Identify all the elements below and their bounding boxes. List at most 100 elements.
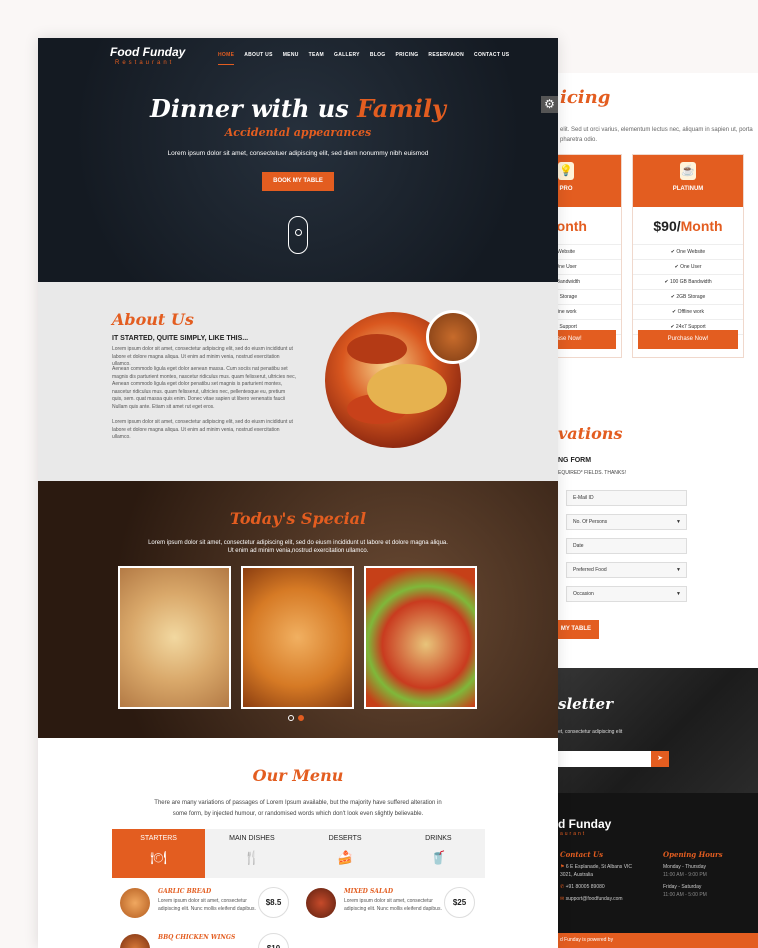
footer-logo-sub: aurant: [560, 831, 587, 837]
nav-reservation[interactable]: RESERVAION: [428, 52, 464, 65]
reservation-form-title: NG FORM: [558, 457, 592, 464]
plan-feature: ✔ One Website: [633, 245, 743, 260]
menu-item-price: $25: [444, 887, 475, 918]
about-subtitle: IT STARTED, QUITE SIMPLY, LIKE THIS...: [112, 335, 249, 342]
plan-feature: ✔ 100 GB Bandwidth: [633, 275, 743, 290]
tab-starters[interactable]: STARTERS 🍽: [112, 829, 206, 878]
hero-text: Lorem ipsum dolor sit amet, consectetuer…: [167, 150, 429, 157]
plan-feature: ✔ Offline work: [633, 305, 743, 320]
nav-gallery[interactable]: GALLERY: [334, 52, 360, 65]
paper-plane-icon[interactable]: ➤: [651, 751, 669, 767]
about-paragraph: Aenean commodo ligula eget dolor aenean …: [112, 366, 296, 410]
nav-team[interactable]: TEAM: [309, 52, 324, 65]
tab-drinks[interactable]: DRINKS 🥤: [392, 829, 485, 878]
hours-heading: Opening Hours: [663, 850, 723, 859]
date-field[interactable]: Date: [566, 538, 687, 554]
hero-section: Food Funday Restaurant HOME ABOUT US MEN…: [38, 38, 558, 282]
menu-item[interactable]: GARLIC BREAD Lorem ipsum dolor sit amet,…: [112, 884, 292, 924]
special-title: Today's Special: [229, 509, 367, 528]
menu-item-price: $10: [258, 933, 289, 948]
footer-logo: d Funday: [558, 817, 612, 831]
contact-email[interactable]: ✉ support@foodfunday.com: [560, 895, 623, 903]
purchase-button[interactable]: Purchase Now!: [638, 330, 738, 349]
map-pin-icon: ⚑: [560, 864, 565, 870]
special-description: Lorem ipsum dolor sit amet, consectetur …: [148, 540, 448, 554]
phone-icon: ✆: [560, 884, 565, 890]
tab-deserts[interactable]: DESERTS 🍰: [299, 829, 392, 878]
hero-subtitle: Accidental appearances: [224, 126, 372, 139]
occasion-select[interactable]: Occasion ▼: [566, 586, 687, 602]
cake-icon: 🍰: [337, 850, 354, 865]
about-title: About Us: [112, 310, 194, 329]
menu-item-name: MIXED SALAD: [344, 888, 394, 895]
mail-icon: ✉: [560, 896, 565, 902]
carousel-dots: [288, 715, 304, 721]
email-field[interactable]: E-Mail ID: [566, 490, 687, 506]
chevron-down-icon: ▼: [676, 567, 681, 573]
menu-item[interactable]: BBQ CHICKEN WINGS $10: [112, 930, 292, 948]
chicken-image[interactable]: [241, 566, 354, 709]
plan-price: $90/Month: [633, 207, 743, 245]
nav-menu[interactable]: MENU: [283, 52, 299, 65]
menu-tabs: STARTERS 🍽 MAIN DISHES 🍴 DESERTS 🍰 DRINKS 🥤: [112, 829, 485, 878]
carousel-dot[interactable]: [288, 715, 294, 721]
contact-heading: Contact Us: [560, 850, 604, 859]
menu-item[interactable]: MIXED SALAD Lorem ipsum dolor sit amet, …: [298, 884, 478, 924]
chevron-down-icon: ▼: [676, 591, 681, 597]
contact-address: ⚑ 6 E Esplanade, St Albans VIC 3021, Aus…: [560, 864, 633, 878]
chevron-down-icon: ▼: [676, 519, 681, 525]
plate-icon: 🍽: [150, 850, 167, 865]
newsletter-description: et, consectetur adipiscing elit: [558, 729, 623, 735]
menu-item-description: Lorem ipsum dolor sit amet, consectetur …: [344, 898, 442, 912]
cup-icon: 🥤: [430, 850, 447, 865]
book-table-button[interactable]: BOOK MY TABLE: [262, 172, 334, 191]
todays-special-section: Today's Special Lorem ipsum dolor sit am…: [38, 481, 558, 738]
menu-item-price: $8.5: [258, 887, 289, 918]
menu-title: Our Menu: [252, 766, 344, 785]
tab-main-dishes[interactable]: MAIN DISHES 🍴: [205, 829, 298, 878]
dish-thumbnail: [120, 888, 150, 918]
dish-thumbnail: [306, 888, 336, 918]
reservation-note: EQUIRED* FIELDS. THANKS!: [558, 470, 626, 476]
lightbulb-icon: 💡: [558, 162, 574, 180]
nav-contact[interactable]: CONTACT US: [474, 52, 509, 65]
cup-icon: ☕: [680, 162, 696, 180]
about-section: About Us IT STARTED, QUITE SIMPLY, LIKE …: [38, 282, 558, 481]
pizza-image[interactable]: [364, 566, 477, 709]
newsletter-title: sletter: [558, 695, 613, 713]
menu-section: Our Menu There are many variations of pa…: [38, 738, 558, 948]
newsletter-email-input[interactable]: [558, 751, 651, 767]
dish-icon: 🍴: [243, 850, 260, 865]
contact-phone: ✆ +91 80005 89080: [560, 884, 605, 890]
persons-select[interactable]: No. Of Persons ▼: [566, 514, 687, 530]
plan-platinum: ☕ PLATINUM $90/Month ✔ One Website ✔ One …: [632, 154, 744, 358]
food-select[interactable]: Preferred Food ▼: [566, 562, 687, 578]
dish-thumbnail: [120, 934, 150, 948]
scroll-mouse-icon[interactable]: [288, 216, 308, 254]
reservations-title: vations: [558, 424, 623, 443]
menu-item-name: GARLIC BREAD: [158, 888, 212, 895]
menu-item-name: BBQ CHICKEN WINGS: [158, 934, 236, 941]
pricing-title: icing: [560, 87, 611, 108]
pricing-description: elit. Sed ut orci varius, elementum lect…: [560, 127, 753, 143]
logo[interactable]: Food Funday: [110, 45, 185, 59]
spring-rolls-image[interactable]: [118, 566, 231, 709]
nav-home[interactable]: HOME: [218, 52, 235, 65]
carousel-dot[interactable]: [298, 715, 304, 721]
nav-about[interactable]: ABOUT US: [244, 52, 273, 65]
nav-blog[interactable]: BLOG: [370, 52, 386, 65]
nav-pricing[interactable]: PRICING: [395, 52, 418, 65]
gear-icon[interactable]: ⚙: [541, 96, 558, 113]
plan-feature: ✔ 2GB Storage: [633, 290, 743, 305]
logo-subtitle: Restaurant: [115, 60, 175, 66]
plan-header: ☕ PLATINUM: [633, 155, 743, 207]
menu-description: There are many variations of passages of…: [154, 800, 442, 817]
hero-title: Dinner with us Family: [150, 94, 446, 123]
plan-feature: ✔ One User: [633, 260, 743, 275]
front-page-preview: Food Funday Restaurant HOME ABOUT US MEN…: [38, 38, 558, 948]
main-nav: HOME ABOUT US MENU TEAM GALLERY BLOG PRI…: [218, 52, 509, 65]
menu-item-description: Lorem ipsum dolor sit amet, consectetur …: [158, 898, 256, 912]
hours-row: Monday - Thursday 11:00 AM - 9:00 PM: [663, 864, 707, 878]
about-paragraph: Lorem ipsum dolor sit amet, consectetur …: [112, 419, 293, 441]
soup-bowl-image: [426, 310, 480, 364]
